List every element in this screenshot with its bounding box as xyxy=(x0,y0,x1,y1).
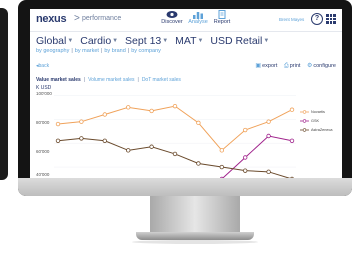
data-point[interactable] xyxy=(242,168,248,173)
data-point[interactable] xyxy=(102,138,107,143)
legend-swatch xyxy=(300,109,309,114)
data-point[interactable] xyxy=(172,151,178,157)
data-point[interactable] xyxy=(266,119,271,124)
partial-device xyxy=(0,8,8,180)
legend-label: AstraZeneca xyxy=(311,127,333,132)
series-line-astrazeneca xyxy=(57,137,293,180)
app-screen: nexus > performance Discover Analyse Rep… xyxy=(30,9,342,181)
data-point[interactable] xyxy=(172,103,178,109)
data-point[interactable] xyxy=(149,108,154,114)
stand-shadow xyxy=(132,240,258,244)
data-point[interactable] xyxy=(219,148,224,153)
data-point[interactable] xyxy=(266,133,271,139)
data-point[interactable] xyxy=(196,161,201,166)
monitor-stand xyxy=(150,196,240,236)
chart-legend: Novartis GSK AstraZeneca xyxy=(300,107,333,134)
series-line-novartis xyxy=(57,105,293,152)
legend-swatch xyxy=(300,127,309,132)
data-point[interactable] xyxy=(196,120,201,126)
data-point[interactable] xyxy=(55,138,61,143)
legend-item-gsk[interactable]: GSK xyxy=(300,116,333,125)
series-line-gsk xyxy=(221,135,293,180)
legend-swatch xyxy=(300,118,309,123)
legend-item-novartis[interactable]: Novartis xyxy=(300,107,333,116)
line-chart xyxy=(54,95,296,181)
monitor-chin xyxy=(18,178,352,196)
monitor-bezel: nexus > performance Discover Analyse Rep… xyxy=(18,0,352,196)
legend-label: Novartis xyxy=(311,109,325,114)
data-point[interactable] xyxy=(125,105,131,110)
monitor-stand-base xyxy=(136,232,254,240)
data-point[interactable] xyxy=(79,136,84,141)
data-point[interactable] xyxy=(55,121,61,127)
data-point[interactable] xyxy=(289,138,295,143)
data-point[interactable] xyxy=(149,144,154,149)
data-point[interactable] xyxy=(102,112,107,117)
data-point[interactable] xyxy=(125,148,131,153)
data-point[interactable] xyxy=(289,107,295,112)
data-point[interactable] xyxy=(79,119,84,124)
legend-item-astrazeneca[interactable]: AstraZeneca xyxy=(300,125,333,134)
data-point[interactable] xyxy=(242,155,248,160)
data-point[interactable] xyxy=(219,164,224,170)
data-point[interactable] xyxy=(242,127,248,133)
data-point[interactable] xyxy=(266,169,271,175)
legend-label: GSK xyxy=(311,118,320,123)
